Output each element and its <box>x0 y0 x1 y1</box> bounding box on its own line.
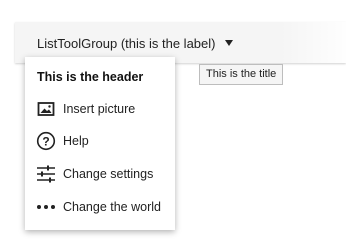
help-circle-icon: ? <box>36 131 56 151</box>
list-tool-group-button[interactable]: ListToolGroup (this is the label) <box>27 30 234 56</box>
list-tool-group-label: ListToolGroup (this is the label) <box>37 35 216 51</box>
menu-item-label: Insert picture <box>63 102 136 116</box>
menu-item-label: Change the world <box>63 200 161 214</box>
menu-item-label: Help <box>63 134 89 148</box>
tooltip: This is the title <box>199 64 284 85</box>
caret-down-icon <box>225 40 234 46</box>
menu-item-insert-picture[interactable]: Insert picture <box>25 94 175 124</box>
sliders-icon <box>36 164 56 184</box>
menu-item-label: Change settings <box>63 167 154 181</box>
menu-item-help[interactable]: ? Help <box>25 126 175 156</box>
more-dots-icon <box>36 197 56 217</box>
svg-text:?: ? <box>42 134 49 148</box>
menu-item-change-the-world[interactable]: Change the world <box>25 192 175 222</box>
menu-item-change-settings[interactable]: Change settings <box>25 159 175 189</box>
page: ListToolGroup (this is the label) This i… <box>0 0 346 248</box>
picture-icon <box>36 99 56 119</box>
dropdown-menu: This is the header Insert picture ? Help <box>25 57 175 230</box>
menu-header: This is the header <box>37 70 144 84</box>
